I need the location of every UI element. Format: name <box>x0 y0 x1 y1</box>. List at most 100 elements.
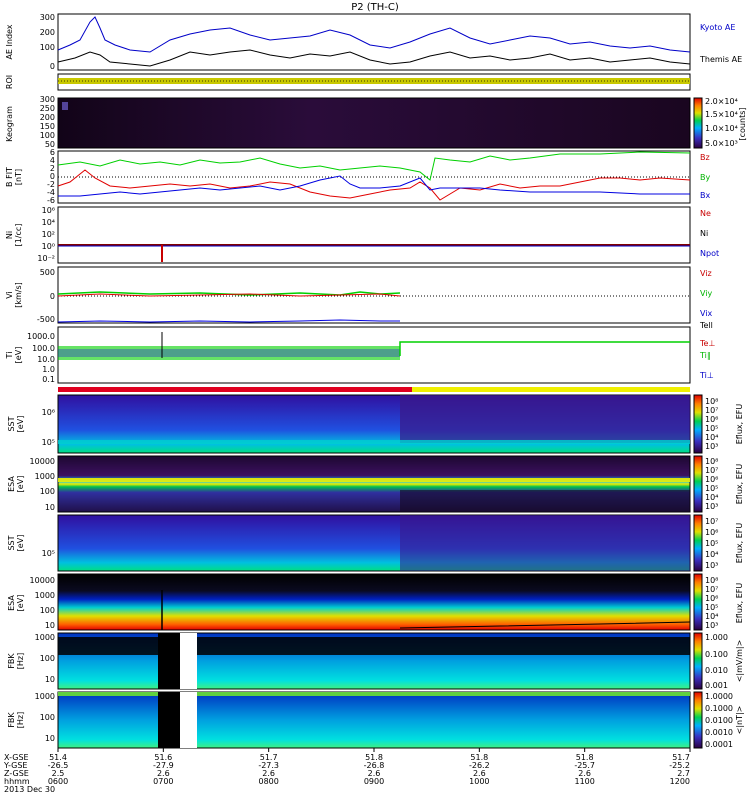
ae-tick-0: 300 <box>40 13 55 22</box>
sst-e-cbar-4: 10³ <box>705 561 718 570</box>
esa-i-cbar-2: 10⁶ <box>705 475 718 484</box>
ae-legend-themis: Themis AE <box>699 55 742 64</box>
sst-i-ylabel: SST[eV] <box>7 416 25 433</box>
keogram-panel: 300 250 200 150 100 50 Keogram 2.0×10⁴ 1… <box>5 95 747 149</box>
sst-e-cbar-0: 10⁷ <box>705 517 718 526</box>
ni-tick-3: 10⁰ <box>42 242 55 251</box>
fbk-e-panel: 1000 100 10 FBK[Hz] 1.000 0.100 0.010 0.… <box>7 632 744 690</box>
esa-i-cbar-1: 10⁷ <box>705 466 718 475</box>
esa-i-cbar-3: 10⁵ <box>705 484 718 493</box>
mode-bar <box>58 387 690 392</box>
sst-e-cbar-1: 10⁶ <box>705 528 718 537</box>
fbk1-tick-1: 100 <box>40 654 55 663</box>
fbk1-ylabel: FBK[Hz] <box>7 653 25 670</box>
fbk1-cbar-3: 0.001 <box>705 681 728 690</box>
ti-tick-3: 1.0 <box>42 365 55 374</box>
ni-tick-0: 10⁶ <box>42 206 55 215</box>
fbk2-tick-2: 10 <box>45 734 55 743</box>
xaxis-value: 1000 <box>469 777 489 786</box>
xaxis-value: 0800 <box>258 777 278 786</box>
fbk2-cbar-2: 0.0100 <box>705 716 733 725</box>
esa-ion-panel: 10000 1000 100 10 ESA[eV] 10⁸ 10⁷ 10⁶ 10… <box>7 455 744 513</box>
keo-cbar-0: 2.0×10⁴ <box>705 97 738 106</box>
esa-e-cbar-3: 10⁵ <box>705 603 718 612</box>
ae-tick-2: 100 <box>40 43 55 52</box>
keo-tick-1: 250 <box>40 104 55 113</box>
vi-ylabel: Vi[km/s] <box>5 282 23 308</box>
esa-i-cbar-0: 10⁸ <box>705 457 718 466</box>
fbk2-cbar-label: <|nT|> <box>735 706 744 735</box>
bfit-legend-by: By <box>700 173 710 182</box>
ti-ylabel: Ti[eV] <box>5 347 23 364</box>
sst-i-cbar-1: 10⁷ <box>705 406 718 415</box>
esa-e-cbar-4: 10⁴ <box>705 612 718 621</box>
fbk1-cbar-label: <|mV/m|> <box>735 640 744 683</box>
ti-legend-te: Te⊥ <box>699 339 715 348</box>
fbk1-tick-0: 1000 <box>35 633 55 642</box>
ti-tick-2: 10.0 <box>37 355 55 364</box>
keo-tick-0: 300 <box>40 95 55 104</box>
esa-e-cbar-label: Eflux, EFU <box>735 583 744 624</box>
plot-title: P2 (TH-C) <box>351 2 399 13</box>
fbk2-cbar-1: 0.1000 <box>705 704 733 713</box>
xaxis-value: 0600 <box>48 777 68 786</box>
fbk2-ylabel: FBK[Hz] <box>7 712 25 729</box>
keo-cbar-3: 5.0×10³ <box>705 139 738 148</box>
sst-i-cbar-label: Eflux, EFU <box>735 404 744 445</box>
fbk1-cbar-0: 1.000 <box>705 633 728 642</box>
fbk-b-panel: 1000 100 10 FBK[Hz] 1.0000 0.1000 0.0100… <box>7 691 744 749</box>
esa-e-ylabel: ESA[eV] <box>7 595 25 612</box>
ti-tick-4: 0.1 <box>42 375 55 384</box>
ni-panel: 10⁶ 10⁴ 10² 10⁰ 10⁻² Ni[1/cc] Ne Ni Npot <box>5 206 719 264</box>
bfit-legend-bx: Bx <box>700 191 710 200</box>
sst-i-cbar-2: 10⁶ <box>705 415 718 424</box>
ti-legend-tiperp: Ti⊥ <box>699 371 714 380</box>
sst-e-cbar-label: Eflux, EFU <box>735 523 744 564</box>
xaxis-value: 1200 <box>670 777 690 786</box>
fbk2-tick-0: 1000 <box>35 692 55 701</box>
ti-legend-tell: Tell <box>699 321 713 330</box>
keo-cbar-2: 1.0×10⁴ <box>705 124 738 133</box>
fbk1-tick-2: 10 <box>45 675 55 684</box>
bfit-legend-bz: Bz <box>700 153 710 162</box>
vi-legend-vix: Vix <box>700 309 713 318</box>
ae-legend-kyoto: Kyoto AE <box>700 23 735 32</box>
vi-legend-viz: Viz <box>700 269 712 278</box>
fbk2-cbar-3: 0.0010 <box>705 728 733 737</box>
sst-i-tick-1: 10⁵ <box>42 438 55 447</box>
esa-e-tick-0: 10000 <box>30 576 55 585</box>
sst-electron-panel: 10⁵ SST[eV] 10⁷ 10⁶ 10⁵ 10⁴ 10³ Eflux, E… <box>7 514 744 572</box>
sst-e-cbar-3: 10⁴ <box>705 550 718 559</box>
esa-e-tick-3: 10 <box>45 621 55 630</box>
xaxis-row-label: 2013 Dec 30 <box>4 785 55 794</box>
vi-panel: 500 0 -500 Vi[km/s] Viz Viy Vix <box>5 266 713 324</box>
fbk1-cbar-2: 0.010 <box>705 666 728 675</box>
x-axis: X-GSEY-GSEZ-GSEhhmm2013 Dec 3051.4-26.52… <box>3 748 691 794</box>
keo-tick-2: 200 <box>40 113 55 122</box>
bfit-panel: 6 4 2 0 -2 -4 -6 B FIT[nT] Bz By Bx <box>5 148 710 205</box>
vi-tick-1: 0 <box>50 292 55 301</box>
ni-tick-1: 10⁴ <box>42 218 55 227</box>
fbk1-cbar-1: 0.100 <box>705 650 728 659</box>
esa-i-tick-3: 10 <box>45 503 55 512</box>
esa-e-cbar-1: 10⁷ <box>705 585 718 594</box>
ni-tick-2: 10² <box>42 230 55 239</box>
keo-colorbar <box>693 97 703 149</box>
xaxis-value: 1100 <box>574 777 594 786</box>
esa-i-ylabel: ESA[eV] <box>7 476 25 493</box>
esa-e-tick-1: 1000 <box>35 591 55 600</box>
bfit-tick-6: -6 <box>47 196 55 205</box>
esa-electron-panel: 10000 1000 100 10 ESA[eV] 10⁸ 10⁷ 10⁶ 10… <box>7 573 744 631</box>
keo-tick-4: 100 <box>40 131 55 140</box>
ti-panel: 1000.0 100.0 10.0 1.0 0.1 Ti[eV] Tell Te… <box>5 321 715 384</box>
esa-e-cbar-5: 10³ <box>705 621 718 630</box>
roi-ylabel: ROI <box>5 75 14 89</box>
esa-i-cbar-label: Eflux, EFU <box>735 464 744 505</box>
sst-i-cbar-3: 10⁵ <box>705 424 718 433</box>
vi-tick-2: -500 <box>37 315 55 324</box>
esa-i-tick-1: 1000 <box>35 472 55 481</box>
bfit-ylabel: B FIT[nT] <box>5 167 23 187</box>
esa-i-cbar-5: 10³ <box>705 502 718 511</box>
sst-i-cbar-5: 10³ <box>705 442 718 451</box>
esa-e-cbar-0: 10⁸ <box>705 576 718 585</box>
